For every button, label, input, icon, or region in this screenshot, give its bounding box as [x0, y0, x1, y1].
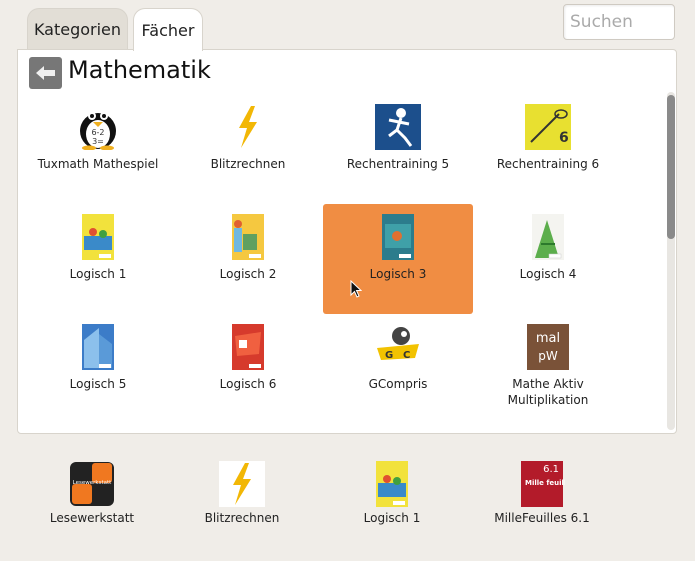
app-tile-logisch-6[interactable]: Logisch 6: [173, 314, 323, 424]
icon-text-mal: mal: [536, 331, 560, 346]
app-label: GCompris: [368, 377, 428, 391]
svg-text:3=: 3=: [92, 137, 104, 146]
lightning-icon: [225, 104, 271, 150]
app-tile-logisch-2[interactable]: Logisch 2: [173, 204, 323, 314]
app-label: Mathe Aktiv Multiplikation: [507, 377, 589, 407]
book-icon: [75, 214, 121, 260]
app-label: Logisch 4: [519, 267, 577, 281]
tuxmath-icon: 6-2 3=: [75, 104, 121, 150]
search-input[interactable]: [564, 5, 674, 39]
page-title: Mathematik: [68, 56, 211, 84]
app-tile-rechentraining-6[interactable]: 6 Rechentraining 6: [473, 94, 623, 204]
favorite-logisch-1[interactable]: Logisch 1: [317, 451, 467, 561]
app-label: MilleFeuilles 6.1: [494, 511, 590, 525]
app-label: Logisch 6: [219, 377, 277, 391]
favorite-blitzrechnen[interactable]: Blitzrechnen: [167, 451, 317, 561]
app-label: Rechentraining 6: [496, 157, 600, 171]
app-tile-logisch-3[interactable]: Logisch 3: [323, 204, 473, 314]
app-tile-logisch-4[interactable]: Logisch 4: [473, 204, 623, 314]
tab-label: Kategorien: [33, 20, 122, 39]
app-tile-tuxmath[interactable]: 6-2 3= Tuxmath Mathespiel: [23, 94, 173, 204]
svg-text:C: C: [403, 350, 410, 361]
mathe-aktiv-icon: mal pW: [525, 324, 571, 370]
gcompris-icon: GC: [375, 324, 421, 370]
millefeuilles-icon: 6.1 Mille feuilles: [519, 461, 565, 507]
mouse-cursor-icon: [350, 279, 363, 302]
app-label: Blitzrechnen: [204, 511, 280, 525]
app-label: Logisch 1: [69, 267, 127, 281]
app-tile-rechentraining-5[interactable]: Rechentraining 5: [323, 94, 473, 204]
book-icon: [525, 214, 571, 260]
app-tile-logisch-5[interactable]: Logisch 5: [23, 314, 173, 424]
favorite-lesewerkstatt[interactable]: Lesewerkstatt Lesewerkstatt: [17, 451, 167, 561]
book-icon: [225, 324, 271, 370]
app-label: Logisch 2: [219, 267, 277, 281]
lightning-icon: [219, 461, 265, 507]
icon-text-pw: pW: [538, 349, 558, 363]
app-label: Tuxmath Mathespiel: [37, 157, 159, 171]
scrollbar-thumb[interactable]: [667, 95, 675, 239]
tab-faecher[interactable]: Fächer: [133, 8, 203, 51]
icon-text-title: Mille feuilles: [525, 479, 565, 487]
app-label: Rechentraining 5: [346, 157, 450, 171]
app-label: Lesewerkstatt: [49, 511, 135, 525]
svg-text:6: 6: [559, 130, 569, 146]
lesewerkstatt-icon: Lesewerkstatt: [69, 461, 115, 507]
back-button[interactable]: [29, 57, 62, 89]
book-icon: [75, 324, 121, 370]
app-label: Logisch 1: [363, 511, 421, 525]
tab-kategorien[interactable]: Kategorien: [27, 8, 128, 50]
rechentraining5-icon: [375, 104, 421, 150]
app-label: Logisch 5: [69, 377, 127, 391]
book-icon: [225, 214, 271, 260]
book-icon: [375, 214, 421, 260]
app-label: Logisch 3: [369, 267, 427, 281]
search-box[interactable]: [563, 4, 675, 40]
svg-text:G: G: [385, 350, 393, 361]
svg-text:6-2: 6-2: [91, 128, 104, 137]
app-tile-logisch-1[interactable]: Logisch 1: [23, 204, 173, 314]
app-tile-mathe-aktiv[interactable]: mal pW Mathe Aktiv Multiplikation: [473, 314, 623, 424]
favorite-millefeuilles[interactable]: 6.1 Mille feuilles MilleFeuilles 6.1: [467, 451, 617, 561]
arrow-left-icon: [35, 66, 55, 80]
rechentraining6-icon: 6: [525, 104, 571, 150]
icon-text-version: 6.1: [543, 464, 559, 475]
app-label: Blitzrechnen: [210, 157, 286, 171]
tab-label: Fächer: [141, 20, 195, 40]
book-icon: [369, 461, 415, 507]
app-tile-gcompris[interactable]: GC GCompris: [323, 314, 473, 424]
app-tile-blitzrechnen[interactable]: Blitzrechnen: [173, 94, 323, 204]
icon-text-lesewerkstatt: Lesewerkstatt: [73, 480, 112, 486]
